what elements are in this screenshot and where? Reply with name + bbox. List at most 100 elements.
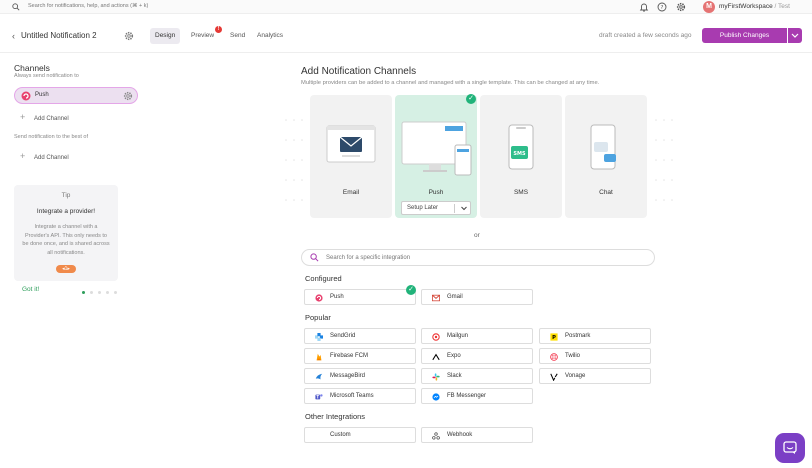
popular-section-title: Popular	[305, 313, 331, 322]
tip-card: Tip Integrate a provider! Integrate a ch…	[14, 185, 118, 281]
provider-firebase-fcm[interactable]: Firebase FCM	[304, 348, 416, 364]
provider-messagebird[interactable]: MessageBird	[304, 368, 416, 384]
email-illustration-icon	[326, 125, 376, 163]
got-it-link[interactable]: Got it!	[22, 286, 39, 293]
tab-design[interactable]: Design	[150, 28, 181, 44]
webhook-icon	[432, 432, 440, 440]
provider-fb-messenger[interactable]: FB Messenger	[421, 388, 533, 404]
provider-webhook[interactable]: Webhook	[421, 427, 533, 443]
setup-later-label: Setup Later	[407, 205, 439, 211]
provider-label: Firebase FCM	[330, 353, 369, 359]
provider-label: MessageBird	[330, 373, 366, 379]
provider-label: Microsoft Teams	[330, 393, 374, 399]
add-channel-button-best[interactable]: + Add Channel	[20, 151, 69, 161]
configured-section-title: Configured	[305, 274, 342, 283]
tab-analytics[interactable]: Analytics	[252, 28, 288, 44]
tip-dot[interactable]	[114, 291, 117, 294]
provider-vonage[interactable]: Vonage	[539, 368, 651, 384]
provider-microsoft-teams[interactable]: T Microsoft Teams	[304, 388, 416, 404]
publish-dropdown-button[interactable]	[788, 28, 802, 43]
setup-later-select[interactable]: Setup Later	[401, 201, 471, 215]
provider-push[interactable]: Push ✓	[304, 285, 416, 305]
avatar[interactable]: M	[703, 1, 715, 13]
provider-slack[interactable]: Slack	[421, 368, 533, 384]
provider-label: Push	[330, 294, 344, 300]
svg-text:P: P	[552, 335, 556, 341]
publish-changes-button[interactable]: Publish Changes	[702, 28, 787, 43]
support-chat-button[interactable]	[775, 433, 805, 463]
add-channel-label: Add Channel	[34, 116, 69, 122]
provider-label: Mailgun	[447, 333, 469, 339]
push-channel-item[interactable]: Push	[14, 87, 138, 104]
global-search-input[interactable]: Search for notifications, help, and acti…	[28, 3, 148, 9]
best-of-label: Send notification to the best of	[14, 134, 88, 140]
plus-icon: +	[20, 112, 26, 122]
tip-body: Integrate a channel with a Provider's AP…	[22, 224, 110, 256]
decorative-dots	[655, 119, 673, 201]
channel-label: SMS	[513, 189, 529, 196]
provider-mailgun[interactable]: Mailgun	[421, 328, 533, 344]
channel-card-push[interactable]: Push Setup Later	[395, 95, 477, 218]
fb-messenger-icon	[432, 393, 440, 401]
provider-label: FB Messenger	[447, 393, 487, 399]
channel-card-sms[interactable]: SMS SMS	[480, 95, 562, 218]
slack-icon	[432, 373, 440, 381]
help-icon[interactable]: ?	[657, 2, 667, 12]
channel-label: Push	[428, 189, 444, 196]
configured-check-icon: ✓	[406, 285, 416, 295]
provider-postmark[interactable]: P Postmark	[539, 328, 651, 344]
channel-label: Chat	[599, 189, 613, 196]
channel-settings-gear-icon[interactable]	[123, 91, 133, 101]
messagebird-icon	[315, 373, 323, 380]
push-channel-label: Push	[35, 92, 49, 98]
tip-dot[interactable]	[106, 291, 109, 294]
provider-gmail[interactable]: Gmail	[421, 289, 533, 305]
twilio-icon	[550, 353, 558, 361]
workspace-name: myFirstWorkspace	[719, 3, 773, 10]
svg-text:?: ?	[661, 5, 664, 11]
add-channel-label: Add Channel	[34, 155, 69, 161]
gear-icon[interactable]	[676, 2, 686, 12]
provider-label: Postmark	[565, 333, 591, 339]
provider-label: SendGrid	[330, 333, 356, 339]
notification-title[interactable]: Untitled Notification 2	[21, 31, 97, 40]
firebase-icon	[316, 353, 322, 361]
tip-dot[interactable]	[82, 291, 85, 294]
tip-pagination[interactable]	[82, 289, 122, 296]
settings-gear-icon[interactable]	[124, 31, 134, 41]
provider-label: Expo	[447, 353, 461, 359]
channel-card-chat[interactable]: Chat	[565, 95, 647, 218]
back-icon[interactable]: ‹	[12, 31, 15, 41]
chevron-down-icon	[791, 33, 799, 38]
provider-custom[interactable]: Custom	[304, 427, 416, 443]
provider-expo[interactable]: Expo	[421, 348, 533, 364]
provider-sendgrid[interactable]: SendGrid	[304, 328, 416, 344]
channel-label: Email	[342, 189, 360, 196]
provider-label: Custom	[330, 432, 351, 438]
provider-label: Gmail	[447, 294, 463, 300]
integration-search-placeholder: Search for a specific integration	[326, 255, 411, 261]
main-title: Add Notification Channels	[301, 66, 417, 77]
search-icon	[12, 3, 20, 11]
expo-icon	[432, 353, 440, 361]
chat-bubble-icon	[783, 441, 797, 454]
chevron-down-icon	[461, 206, 467, 211]
sms-illustration-icon: SMS	[508, 124, 534, 170]
integration-search-input[interactable]: Search for a specific integration	[301, 249, 655, 266]
provider-label: Twilio	[565, 353, 581, 359]
push-provider-icon	[21, 91, 31, 101]
mailgun-icon	[432, 333, 440, 341]
channel-card-email[interactable]: Email	[310, 95, 392, 218]
tab-send[interactable]: Send	[225, 28, 250, 44]
other-integrations-title: Other Integrations	[305, 412, 366, 421]
workspace-switcher[interactable]: myFirstWorkspace / Test	[719, 3, 790, 10]
postmark-icon: P	[550, 333, 558, 341]
tip-illustration-badge: ◂1▸	[56, 265, 76, 273]
tip-dot[interactable]	[90, 291, 93, 294]
decorative-dots	[285, 119, 303, 201]
bell-icon[interactable]	[639, 2, 649, 12]
tip-dot[interactable]	[98, 291, 101, 294]
add-channel-button-always[interactable]: + Add Channel	[20, 112, 69, 122]
provider-twilio[interactable]: Twilio	[539, 348, 651, 364]
top-bar: Search for notifications, help, and acti…	[0, 0, 812, 14]
